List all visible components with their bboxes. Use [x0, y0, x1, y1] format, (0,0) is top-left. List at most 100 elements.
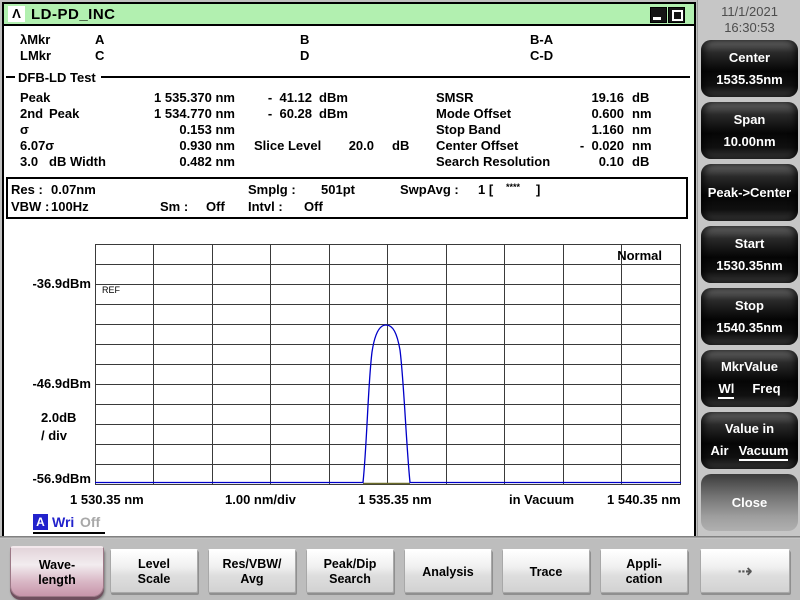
softkey-label: Start	[734, 236, 765, 251]
window-title: LD-PD_INC	[31, 6, 116, 23]
fnkey-level-scale[interactable]: Level Scale	[110, 549, 198, 593]
fnkey-analysis[interactable]: Analysis	[404, 549, 492, 593]
fnkey-label: Peak/Dip	[323, 557, 377, 571]
softkey-value: 10.00nm	[723, 134, 776, 149]
result-wavelength: 1 535.370 nm	[154, 90, 235, 105]
softkey-value: 1530.35nm	[716, 258, 783, 273]
softkey-center[interactable]: Center 1535.35nm	[701, 40, 798, 97]
result-label: 6.07σ	[20, 138, 55, 153]
option-wavelength[interactable]: Wl	[718, 381, 735, 399]
option-vacuum[interactable]: Vacuum	[738, 443, 789, 461]
level-marker-label: LMkr	[20, 48, 52, 63]
softkey-peak-to-center[interactable]: Peak->Center	[701, 164, 798, 221]
result-label: Mode Offset	[436, 106, 512, 121]
softkey-label: Center	[728, 50, 771, 65]
result-label: 3.0	[20, 154, 39, 169]
sampling-label: Smplg :	[248, 182, 296, 197]
result-label: 2nd	[20, 106, 44, 121]
y-axis-bottom-level: -56.9dBm	[32, 471, 91, 486]
result-label: Peak	[20, 90, 51, 105]
x-axis-div: 1.00 nm/div	[225, 492, 296, 507]
sweep-avg-bracket: ]	[536, 182, 541, 197]
result-unit: nm	[632, 122, 652, 137]
smooth-label: Sm :	[160, 199, 189, 214]
minimize-icon	[653, 17, 661, 20]
rule-line	[100, 76, 690, 78]
x-axis-medium: in Vacuum	[509, 492, 575, 507]
trace-mode-label: Normal	[617, 248, 662, 263]
analysis-section-header: DFB-LD Test	[6, 69, 690, 85]
result-label: σ	[20, 122, 29, 137]
fnkey-trace[interactable]: Trace	[502, 549, 590, 593]
result-wavelength: 0.153 nm	[179, 122, 235, 137]
fnkey-label: Avg	[240, 572, 264, 586]
softkey-value: 1540.35nm	[716, 320, 783, 335]
ref-level-label: REF	[102, 285, 121, 295]
softkey-value: 1535.35nm	[716, 72, 783, 87]
softkey-marker-value[interactable]: MkrValue Wl Freq	[701, 350, 798, 407]
result-level-unit: dBm	[319, 90, 348, 105]
result-wavelength: 0.482 nm	[179, 154, 235, 169]
anritsu-logo-icon: Λ	[8, 6, 25, 22]
softkey-start[interactable]: Start 1530.35nm	[701, 226, 798, 283]
result-wavelength: 1 534.770 nm	[154, 106, 235, 121]
marker-b: B	[300, 32, 310, 47]
option-air[interactable]: Air	[711, 443, 729, 461]
rule-dash	[6, 76, 15, 78]
slice-level-value: 20.0	[348, 138, 374, 153]
result-label: SMSR	[436, 90, 474, 105]
analysis-section-title: DFB-LD Test	[18, 69, 96, 85]
slice-level-label: Slice Level	[254, 138, 322, 153]
softkey-close[interactable]: Close	[701, 474, 798, 531]
result-level: - 41.12	[267, 90, 312, 105]
softkey-label: Close	[731, 495, 768, 510]
date-text: 11/1/2021	[721, 4, 778, 19]
time-text: 16:30:53	[724, 20, 775, 35]
result-value: 1.160	[591, 122, 624, 137]
maximize-icon	[672, 10, 683, 21]
option-frequency[interactable]: Freq	[752, 381, 780, 399]
fnkey-res-vbw-avg[interactable]: Res/VBW/ Avg	[208, 549, 296, 593]
fnkey-label: Appli-	[626, 557, 662, 571]
sweep-avg-value: 1 [	[478, 182, 494, 197]
fnkey-label: Scale	[137, 572, 171, 586]
fnkey-label: length	[38, 572, 76, 587]
softkey-stop[interactable]: Stop 1540.35nm	[701, 288, 798, 345]
y-axis-ref-level: -36.9dBm	[32, 276, 91, 291]
fnkey-label: cation	[625, 572, 663, 586]
next-page-arrow-icon: ⇢	[737, 561, 753, 582]
fnkey-label: Level	[138, 557, 170, 571]
marker-a: A	[95, 32, 105, 47]
fnkey-peak-dip-search[interactable]: Peak/Dip Search	[306, 549, 394, 593]
y-axis-mid-level: -46.9dBm	[32, 376, 91, 391]
maximize-button[interactable]	[668, 7, 685, 23]
fnkey-label: Wave-	[38, 557, 76, 572]
fnkey-label: Analysis	[422, 564, 474, 579]
fnkey-label: Res/VBW/	[222, 557, 282, 571]
fnkey-application[interactable]: Appli- cation	[600, 549, 688, 593]
vbw-value: 100Hz	[51, 199, 89, 214]
softkey-label: Span	[733, 112, 766, 127]
fnkey-label: Search	[329, 572, 371, 586]
softkey-label: Peak->Center	[707, 185, 792, 200]
fnkey-label: Trace	[529, 564, 563, 579]
datetime-display: 11/1/2021 16:30:53	[698, 4, 800, 36]
marker-d: D	[300, 48, 310, 63]
trace-a-badge[interactable]: A	[33, 514, 48, 530]
softkey-span[interactable]: Span 10.00nm	[701, 102, 798, 159]
result-value: 0.10	[598, 154, 624, 169]
function-key-bar-divider	[0, 536, 800, 539]
marker-c-d: C-D	[530, 48, 554, 63]
result-label2: Peak	[49, 106, 80, 121]
slice-level-unit: dB	[392, 138, 410, 153]
sampling-value: 501pt	[321, 182, 355, 197]
spectrum-plot: Normal REF	[95, 244, 681, 485]
result-wavelength: 0.930 nm	[179, 138, 235, 153]
trace-off-state: Off	[80, 514, 101, 530]
result-unit: dB	[632, 90, 650, 105]
x-axis-start: 1 530.35 nm	[70, 492, 144, 507]
minimize-button[interactable]	[650, 7, 667, 23]
fnkey-more[interactable]: ⇢	[700, 549, 790, 593]
fnkey-wavelength[interactable]: Wave- length	[10, 546, 104, 597]
softkey-value-in[interactable]: Value in Air Vacuum	[701, 412, 798, 469]
